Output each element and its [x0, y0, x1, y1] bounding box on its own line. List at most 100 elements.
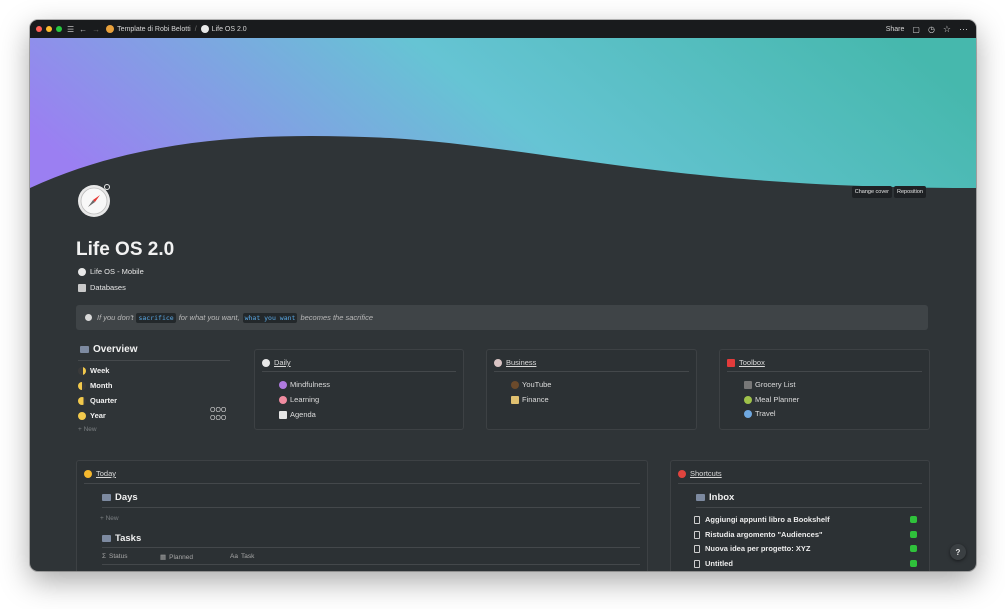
toolbox-item-meal-planner[interactable]: Meal Planner	[744, 395, 799, 404]
document-icon	[694, 544, 700, 553]
column-task[interactable]: Aa Task	[230, 553, 254, 560]
change-cover-button[interactable]: Change cover	[851, 186, 892, 198]
overview-title: Overview	[93, 344, 138, 355]
help-button[interactable]: ?	[950, 544, 966, 560]
youtube-coin-icon	[511, 380, 519, 389]
close-window-button[interactable]	[36, 26, 42, 32]
card-item-label: Agenda	[290, 410, 316, 419]
cover-actions: Change cover Reposition	[851, 186, 926, 198]
back-arrow-icon[interactable]: ←	[79, 25, 87, 34]
file-cabinet-icon	[102, 494, 111, 501]
credit-card-icon	[511, 395, 519, 404]
business-item-youtube[interactable]: YouTube	[511, 380, 551, 389]
overview-item-label: Month	[90, 381, 113, 390]
file-cabinet-icon	[696, 494, 705, 501]
sidebar-toggle-icon[interactable]: ☰	[67, 25, 74, 34]
toolbox-title: Toolbox	[739, 358, 765, 367]
days-new-button[interactable]: + New	[100, 515, 119, 522]
card-item-label: Grocery List	[755, 380, 796, 389]
top-bar-actions: Share ▢ ◷ ☆ ···	[886, 24, 968, 35]
callout-text-mid: for what you want,	[178, 313, 240, 322]
clock-icon[interactable]: ◷	[928, 25, 935, 34]
breadcrumb-page[interactable]: Life OS 2.0	[212, 26, 247, 33]
toolbox-heading[interactable]: Toolbox	[727, 358, 765, 367]
share-button[interactable]: Share	[886, 26, 905, 33]
compass-page-icon[interactable]	[76, 183, 112, 219]
link-databases[interactable]: Databases	[78, 283, 126, 292]
callout-code-sacrifice: sacrifice	[136, 312, 176, 323]
tasks-heading[interactable]: Tasks	[102, 533, 141, 544]
daily-item-learning[interactable]: Learning	[279, 395, 319, 404]
shortcuts-heading[interactable]: Shortcuts	[678, 469, 722, 478]
calendar-icon: ▦	[160, 554, 167, 561]
calendar-icon	[279, 410, 287, 419]
business-card: Business YouTube Finance	[486, 349, 697, 430]
inbox-row[interactable]: Aggiungi appunti libro a Bookshelf	[694, 515, 830, 524]
minimize-window-button[interactable]	[46, 26, 52, 32]
card-item-label: Learning	[290, 395, 320, 404]
days-title: Days	[115, 492, 138, 503]
inbox-row[interactable]: Untitled	[694, 559, 733, 568]
divider	[696, 507, 922, 508]
daily-item-agenda[interactable]: Agenda	[279, 410, 316, 419]
status-indicator	[910, 516, 917, 523]
link-life-os-mobile[interactable]: Life OS - Mobile	[78, 267, 144, 276]
tasks-title: Tasks	[115, 533, 142, 544]
meditation-icon	[279, 380, 287, 389]
inbox-row-title: Untitled	[705, 559, 733, 568]
reposition-button[interactable]: Reposition	[894, 186, 926, 198]
inbox-row-title: Ristudia argomento "Audiences"	[705, 530, 823, 539]
divider	[78, 360, 230, 361]
top-bar: ☰ ← → Template di Robi Belotti / Life OS…	[30, 20, 976, 38]
document-icon	[694, 515, 700, 524]
divider	[102, 507, 640, 508]
overview-item-week[interactable]: Week	[78, 366, 109, 375]
status-indicator	[910, 531, 917, 538]
avocado-icon	[744, 395, 752, 404]
business-item-finance[interactable]: Finance	[511, 395, 549, 404]
comment-icon[interactable]: ▢	[912, 25, 920, 34]
callout-icon	[85, 314, 92, 321]
divider	[102, 547, 640, 548]
breadcrumb-workspace[interactable]: Template di Robi Belotti	[117, 26, 191, 33]
forward-arrow-icon[interactable]: →	[92, 25, 100, 34]
gallery-dots-icon[interactable]: OOO OOO	[210, 407, 226, 423]
overview-heading[interactable]: Overview	[80, 344, 137, 355]
divider	[262, 371, 456, 372]
callout-code-what-you-want: what you want	[242, 312, 298, 323]
star-icon[interactable]: ☆	[943, 24, 951, 35]
overview-item-label: Year	[90, 411, 106, 420]
more-icon[interactable]: ···	[959, 24, 968, 34]
quote-callout[interactable]: If you don't sacrifice for what you want…	[76, 305, 928, 330]
days-heading[interactable]: Days	[102, 492, 138, 503]
daily-card: Daily Mindfulness Learning Agenda	[254, 349, 464, 430]
toolbox-item-grocery-list[interactable]: Grocery List	[744, 380, 795, 389]
compass-icon	[78, 267, 86, 276]
sun-icon	[84, 469, 92, 478]
first-quarter-moon-icon	[78, 381, 86, 390]
breadcrumb-separator: /	[194, 25, 197, 33]
text-icon: Aa	[230, 553, 238, 560]
overview-item-month[interactable]: Month	[78, 381, 113, 390]
daily-item-mindfulness[interactable]: Mindfulness	[279, 380, 330, 389]
card-item-label: YouTube	[522, 380, 552, 389]
today-heading[interactable]: Today	[84, 469, 116, 478]
page-title: Life OS 2.0	[76, 239, 175, 260]
toolbox-item-travel[interactable]: Travel	[744, 409, 776, 418]
card-item-label: Mindfulness	[290, 380, 331, 389]
inbox-heading[interactable]: Inbox	[696, 492, 734, 503]
pushpin-icon	[678, 469, 686, 478]
inbox-row-title: Nuova idea per progetto: XYZ	[705, 544, 811, 553]
column-status[interactable]: Σ Status	[102, 553, 127, 560]
business-heading[interactable]: Business	[494, 358, 536, 367]
inbox-row[interactable]: Nuova idea per progetto: XYZ	[694, 544, 810, 553]
overview-new-button[interactable]: + New	[78, 426, 97, 433]
zoom-window-button[interactable]	[56, 26, 62, 32]
overview-item-label: Quarter	[90, 396, 118, 405]
daily-heading[interactable]: Daily	[262, 358, 291, 367]
overview-item-year[interactable]: Year	[78, 411, 106, 420]
overview-item-quarter[interactable]: Quarter	[78, 396, 117, 405]
column-planned[interactable]: ▦ Planned	[160, 553, 193, 562]
inbox-row[interactable]: Ristudia argomento "Audiences"	[694, 530, 823, 539]
waxing-gibbous-moon-icon	[78, 396, 86, 405]
